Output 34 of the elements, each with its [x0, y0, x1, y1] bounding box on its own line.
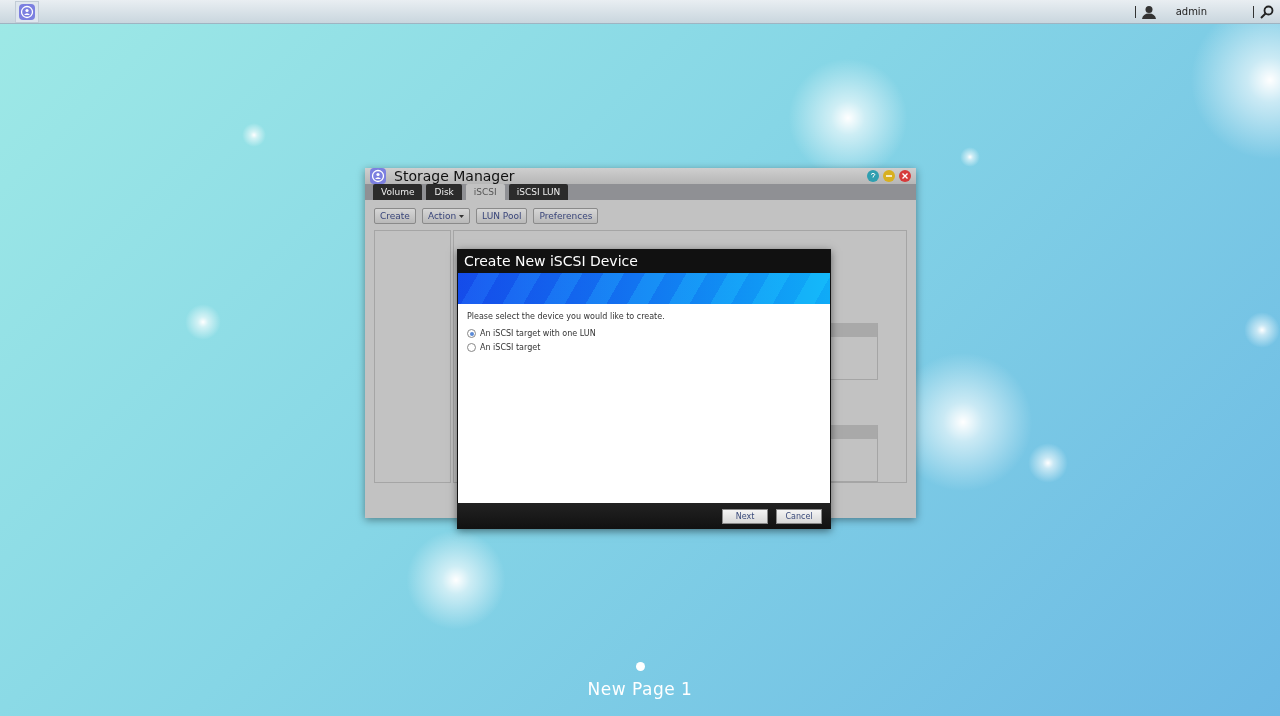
- help-icon[interactable]: [867, 170, 879, 182]
- radio-button[interactable]: [467, 329, 476, 338]
- toolbar-button[interactable]: LUN Pool: [476, 208, 528, 224]
- dialog-prompt: Please select the device you would like to create.: [467, 312, 666, 321]
- light-glow: [960, 147, 980, 167]
- radio-label[interactable]: An iSCSI target: [480, 343, 541, 352]
- search-icon[interactable]: [1260, 4, 1274, 19]
- light-glow: [1028, 443, 1068, 483]
- user-name[interactable]: admin: [1175, 6, 1207, 17]
- light-glow: [185, 304, 221, 340]
- user-icon: [1141, 4, 1156, 19]
- radio-label[interactable]: An iSCSI target with one LUN: [480, 329, 596, 338]
- app-menu-button[interactable]: [15, 0, 39, 23]
- tab[interactable]: iSCSI: [465, 184, 505, 200]
- page-indicator-dot[interactable]: [635, 662, 645, 671]
- toolbar-button[interactable]: Preferences: [533, 208, 599, 224]
- dialog-title: Create New iSCSI Device: [463, 252, 639, 271]
- close-icon[interactable]: [899, 170, 911, 182]
- caret-icon: [459, 214, 465, 218]
- tab[interactable]: Disk: [426, 184, 462, 200]
- tab[interactable]: iSCSI LUN: [508, 184, 569, 200]
- window-app-icon: [370, 168, 386, 184]
- toolbar-button[interactable]: Create: [374, 208, 416, 224]
- page-label: New Page 1: [587, 679, 693, 699]
- dropdown-button[interactable]: Action: [421, 208, 471, 224]
- app-icon: [19, 3, 35, 20]
- tab[interactable]: Volume: [373, 184, 423, 200]
- light-glow: [1244, 312, 1280, 348]
- dialog-button[interactable]: Cancel: [776, 508, 822, 524]
- light-glow: [242, 123, 266, 147]
- dialog-button[interactable]: Next: [722, 508, 768, 524]
- radio-button[interactable]: [467, 343, 476, 352]
- window-title: Storage Manager: [394, 168, 515, 184]
- minimize-icon[interactable]: [883, 170, 895, 182]
